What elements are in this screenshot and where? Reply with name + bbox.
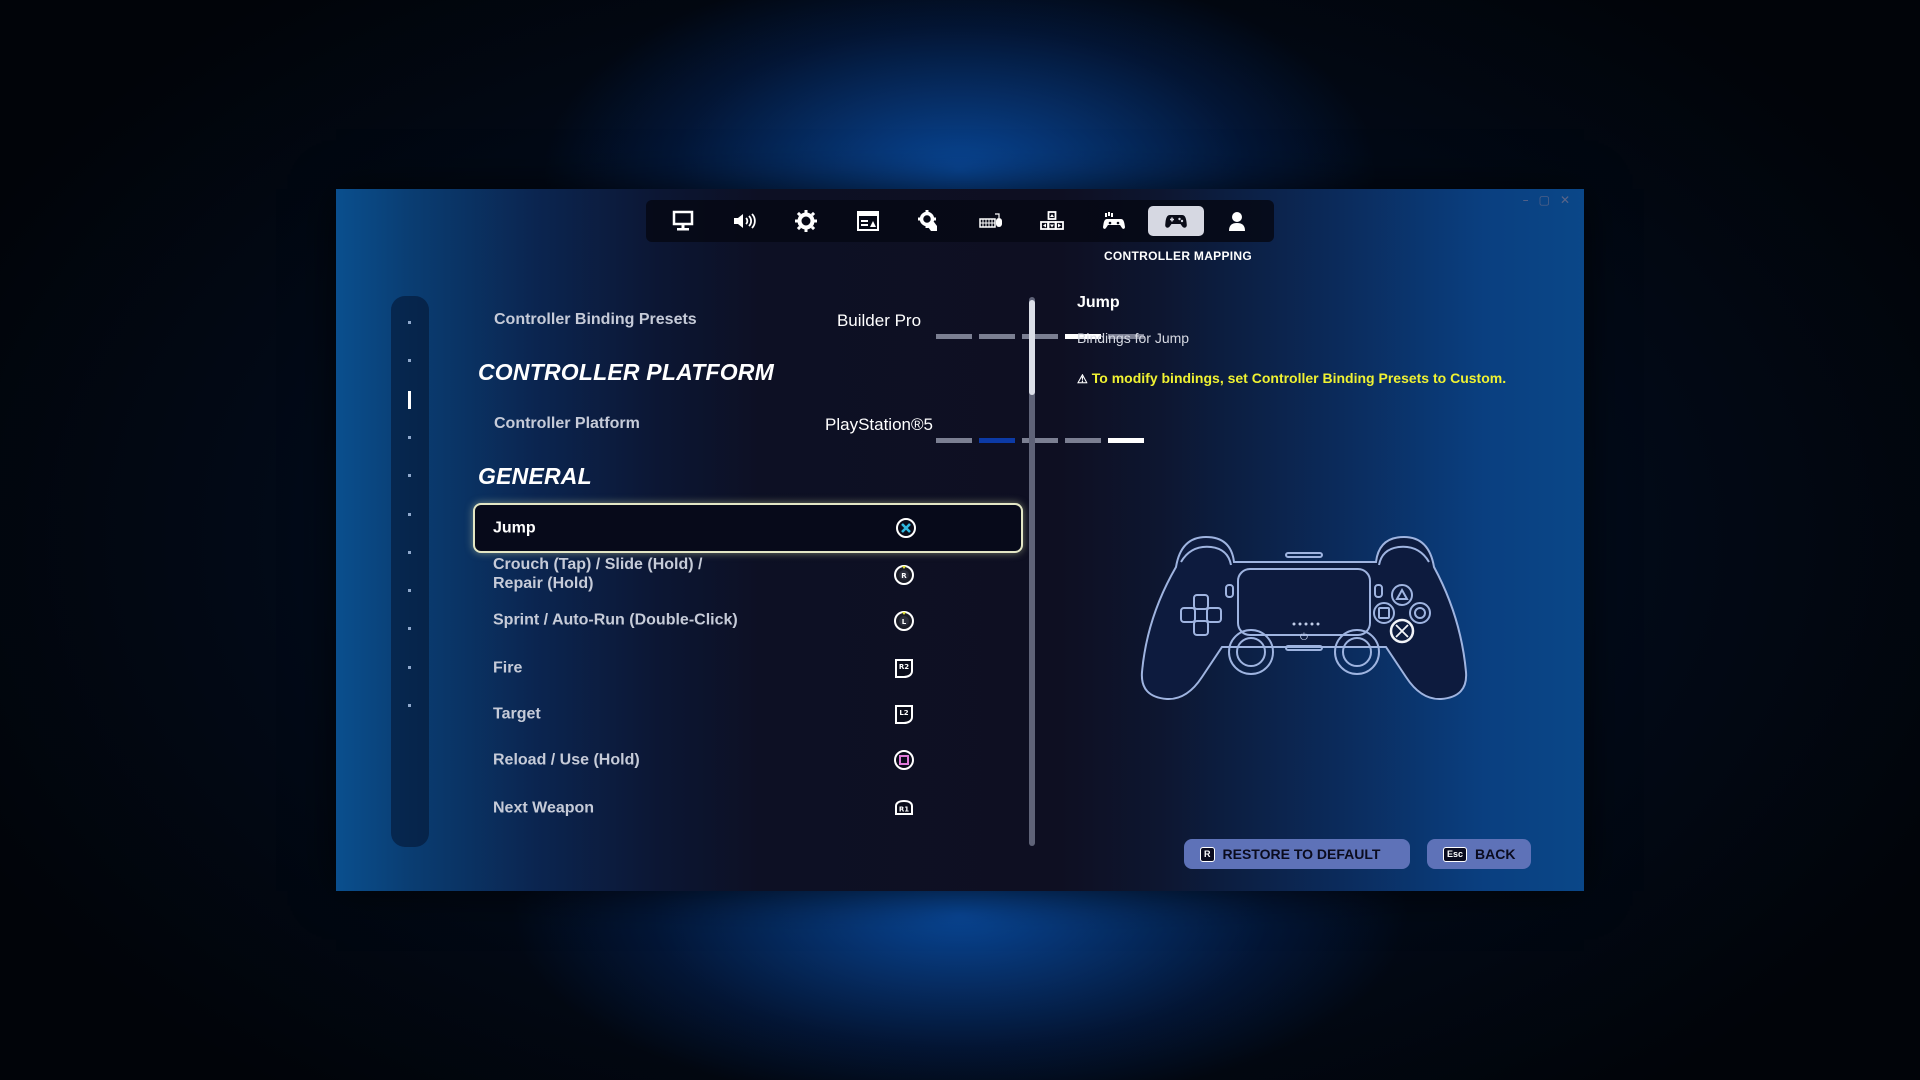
selector-segment[interactable] (1022, 438, 1058, 443)
binding-presets-value[interactable]: Builder Pro (794, 311, 964, 331)
controller-platform-label: Controller Platform (494, 415, 640, 432)
svg-text:R: R (901, 572, 907, 580)
binding-label: Fire (493, 659, 523, 677)
controller-platform-value[interactable]: PlayStation®5 (794, 415, 964, 435)
warning-text: To modify bindings, set Controller Bindi… (1091, 370, 1507, 386)
selector-segment[interactable] (979, 334, 1015, 339)
detail-warning: ⚠ To modify bindings, set Controller Bind… (1077, 367, 1547, 390)
scrollbar[interactable] (1029, 297, 1035, 846)
selector-segment[interactable] (1108, 438, 1144, 443)
scrollbar-thumb[interactable] (1029, 300, 1035, 395)
svg-text:R1: R1 (899, 806, 909, 814)
binding-row[interactable]: Next Weapon R1 (473, 783, 1023, 833)
binding-row[interactable]: Crouch (Tap) / Slide (Hold) / Repair (Ho… (473, 549, 1023, 599)
detail-description: Bindings for Jump (1077, 330, 1190, 346)
ps-logo-icon: ⏻ (1300, 632, 1308, 643)
binding-label: Sprint / Auto-Run (Double-Click) (493, 611, 738, 629)
ps-cross-icon[interactable] (895, 517, 917, 539)
controller-illustration: ⏻ (1140, 535, 1468, 701)
controller-platform-setting[interactable]: Controller Platform PlayStation®5 (494, 415, 1194, 445)
svg-text:L: L (902, 618, 907, 626)
restore-label: RESTORE TO DEFAULT (1222, 846, 1381, 862)
binding-label: Next Weapon (493, 799, 595, 817)
binding-row[interactable]: Sprint / Auto-Run (Double-Click) L (473, 595, 1023, 645)
controller-platform-selector[interactable] (936, 438, 1144, 443)
binding-detail-panel: Jump Bindings for Jump ⚠ To modify bindin… (1077, 294, 1547, 390)
back-button[interactable]: Esc BACK (1427, 839, 1531, 869)
section-header-controller-platform: CONTROLLER PLATFORM (478, 359, 774, 385)
selector-segment[interactable] (1022, 334, 1058, 339)
keyboard-key-esc-icon: Esc (1443, 846, 1468, 862)
detail-title: Jump (1077, 294, 1120, 311)
selector-segment[interactable] (936, 334, 972, 339)
section-header-general: GENERAL (478, 463, 592, 489)
binding-row[interactable]: Reload / Use (Hold) (473, 735, 1023, 785)
selector-segment[interactable] (1065, 438, 1101, 443)
highlighted-cross-button (1389, 618, 1415, 644)
binding-presets-label: Controller Binding Presets (494, 311, 697, 328)
ps-square-icon[interactable] (893, 749, 915, 771)
svg-text:R2: R2 (899, 663, 909, 671)
svg-text:L2: L2 (899, 709, 908, 717)
binding-row[interactable]: Fire R2 (473, 643, 1023, 693)
warning-icon: ⚠ (1077, 372, 1088, 386)
back-label: BACK (1475, 846, 1516, 862)
binding-label: Reload / Use (Hold) (493, 751, 640, 769)
left-stick-click-icon[interactable]: L (893, 609, 915, 631)
binding-label: Crouch (Tap) / Slide (Hold) / Repair (Ho… (493, 556, 703, 592)
selector-segment[interactable] (979, 438, 1015, 443)
binding-row[interactable]: Jump (473, 503, 1023, 553)
right-stick-click-icon[interactable]: R (893, 563, 915, 585)
selector-segment[interactable] (936, 438, 972, 443)
r2-trigger-icon[interactable]: R2 (893, 657, 915, 679)
l2-trigger-icon[interactable]: L2 (893, 703, 915, 725)
keyboard-key-r-icon: R (1200, 846, 1215, 862)
binding-label: Jump (493, 519, 536, 537)
r1-bumper-icon[interactable]: R1 (893, 797, 915, 819)
binding-label: Target (493, 705, 541, 723)
restore-to-default-button[interactable]: R RESTORE TO DEFAULT (1184, 839, 1410, 869)
settings-window: – ▢ ✕ CONTROLLER MAPPING Controller Bind… (336, 189, 1584, 891)
binding-row[interactable]: Target L2 (473, 689, 1023, 739)
